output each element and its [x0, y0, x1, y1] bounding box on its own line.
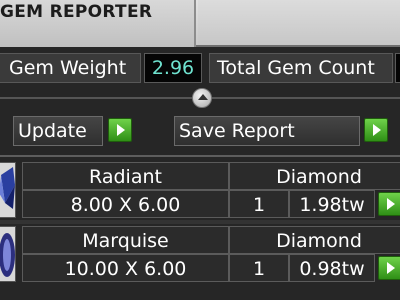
gem-weight-label: Gem Weight [0, 53, 141, 83]
gem-size-cell: 8.00 X 6.00 [22, 190, 229, 218]
update-button[interactable]: Update [13, 116, 103, 146]
section-divider [0, 155, 400, 157]
radiant-gem-icon [0, 167, 15, 209]
gem-type-cell: Diamond [229, 162, 400, 190]
gem-weight-cell: 0.98tw [289, 254, 375, 282]
save-report-button[interactable]: Save Report [174, 116, 360, 146]
gem-weight-value: 2.96 [144, 53, 202, 83]
gem-cut-cell: Marquise [22, 226, 229, 254]
gem-size-cell: 10.00 X 6.00 [22, 254, 229, 282]
title-bar-empty-area [198, 0, 400, 45]
title-tab: GEM REPORTER [0, 0, 196, 47]
gem-weight-cell: 1.98tw [289, 190, 375, 218]
gem-thumbnail[interactable] [0, 226, 16, 282]
gem-cut-cell: Radiant [22, 162, 229, 190]
row-separator [0, 220, 400, 224]
total-gem-count-value [395, 53, 400, 83]
marquise-gem-icon [0, 233, 15, 277]
gem-thumbnail[interactable] [0, 162, 16, 218]
update-go-icon[interactable] [108, 118, 132, 142]
gem-row-go-icon[interactable] [378, 192, 400, 216]
save-report-go-icon[interactable] [364, 118, 388, 142]
window-title: GEM REPORTER [0, 2, 153, 22]
gem-count-cell: 1 [229, 190, 289, 218]
total-gem-count-label: Total Gem Count [209, 53, 393, 83]
collapse-up-icon[interactable] [192, 88, 212, 108]
gem-row-go-icon[interactable] [378, 256, 400, 280]
gem-count-cell: 1 [229, 254, 289, 282]
gem-type-cell: Diamond [229, 226, 400, 254]
